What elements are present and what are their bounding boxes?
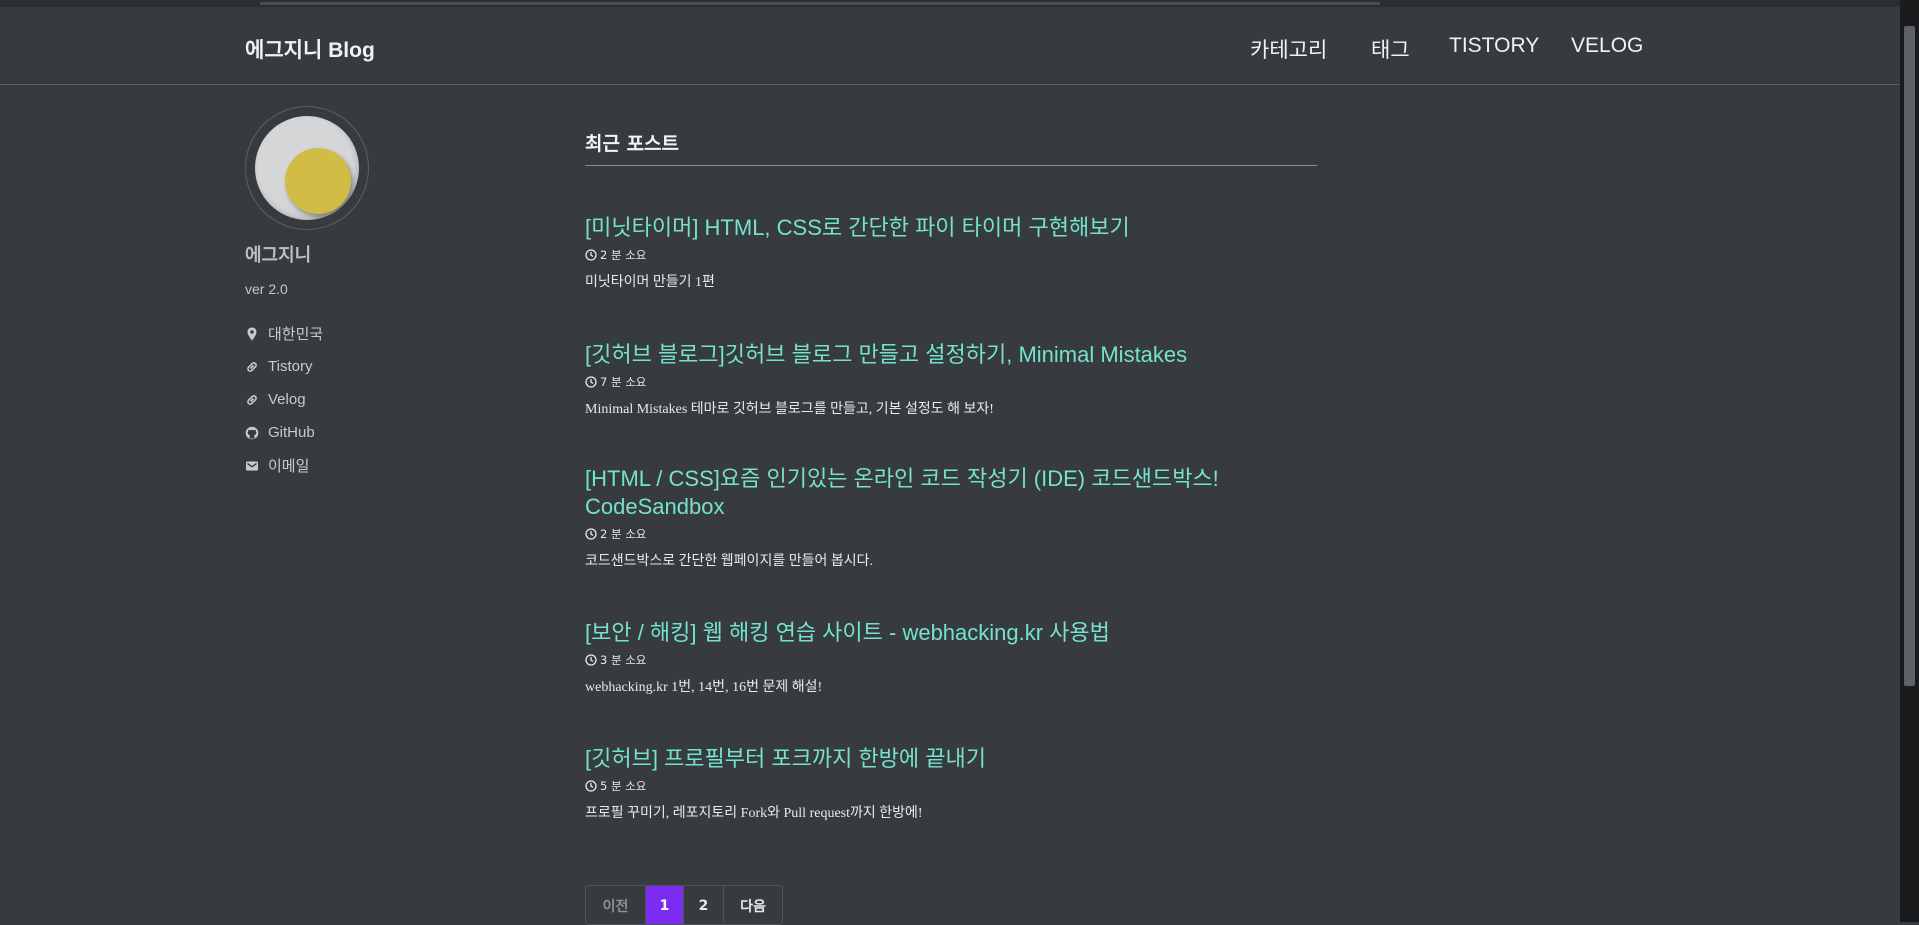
post-read-time: 5 분 소요 — [585, 778, 1305, 794]
post-read-time: 7 분 소요 — [585, 374, 1305, 390]
author-bio: ver 2.0 — [245, 281, 288, 297]
author-links: 대한민국 Tistory Velog GitHub 이메일 — [245, 317, 545, 482]
post-title-link[interactable]: [깃허브] 프로필부터 포크까지 한방에 끝내기 — [585, 745, 1305, 773]
read-time-text: 7 분 소요 — [600, 375, 647, 389]
avatar-moon-shape — [285, 148, 351, 214]
nav-item-tag[interactable]: 태그 — [1371, 34, 1410, 64]
pagination-prev[interactable]: 이전 — [586, 886, 646, 924]
pagination-page-1[interactable]: 1 — [646, 886, 684, 924]
post-title-link[interactable]: [미닛타이머] HTML, CSS로 간단한 파이 타이머 구현해보기 — [585, 214, 1305, 242]
read-time-text: 2 분 소요 — [600, 248, 647, 262]
post-excerpt: 프로필 꾸미기, 레포지토리 Fork와 Pull request까지 한방에! — [585, 806, 923, 821]
post-excerpt: Minimal Mistakes 테마로 깃허브 블로그를 만들고, 기본 설정… — [585, 402, 994, 417]
post-read-time: 2 분 소요 — [585, 526, 1305, 542]
author-sidebar: 에그지니 ver 2.0 대한민국 Tistory Velog GitHub 이… — [245, 106, 545, 482]
post-item: [HTML / CSS]요즘 인기있는 온라인 코드 작성기 (IDE) 코드샌… — [585, 465, 1305, 570]
clock-icon — [585, 376, 597, 388]
pagination-next[interactable]: 다음 — [724, 886, 782, 924]
map-marker-icon — [247, 327, 257, 340]
page-title: 최근 포스트 — [585, 129, 1317, 166]
masthead: 에그지니 Blog 카테고리 태그 TISTORY VELOG — [0, 7, 1900, 85]
post-title-link[interactable]: [보안 / 해킹] 웹 해킹 연습 사이트 - webhacking.kr 사용… — [585, 619, 1305, 647]
author-link-velog[interactable]: Velog — [245, 383, 545, 416]
post-excerpt: webhacking.kr 1번, 14번, 16번 문제 해설! — [585, 680, 823, 695]
post-item: [깃허브 블로그]깃허브 블로그 만들고 설정하기, Minimal Mista… — [585, 341, 1305, 418]
read-time-text: 2 분 소요 — [600, 527, 647, 541]
author-link-label: 대한민국 — [268, 326, 324, 343]
post-read-time: 2 분 소요 — [585, 247, 1305, 263]
nav-item-velog[interactable]: VELOG — [1571, 34, 1643, 58]
pagination: 이전 1 2 다음 — [585, 885, 783, 925]
github-icon — [245, 426, 259, 439]
envelope-icon — [246, 461, 258, 470]
clock-icon — [585, 654, 597, 666]
post-excerpt: 코드샌드박스로 간단한 웹페이지를 만들어 봅시다. — [585, 554, 873, 569]
author-name: 에그지니 — [245, 245, 312, 266]
main-nav: 카테고리 태그 TISTORY VELOG — [1240, 34, 1643, 64]
top-strip-bar — [260, 2, 1380, 5]
post-item: [보안 / 해킹] 웹 해킹 연습 사이트 - webhacking.kr 사용… — [585, 619, 1305, 696]
nav-item-category[interactable]: 카테고리 — [1250, 34, 1327, 64]
pagination-page-2[interactable]: 2 — [684, 886, 724, 924]
clock-icon — [585, 249, 597, 261]
author-link-tistory[interactable]: Tistory — [245, 350, 545, 383]
avatar-image — [255, 116, 359, 220]
nav-item-tistory[interactable]: TISTORY — [1449, 34, 1539, 58]
scrollbar[interactable] — [1900, 0, 1919, 922]
author-link-github[interactable]: GitHub — [245, 416, 545, 449]
author-link-label: Velog — [268, 391, 306, 408]
author-link-label: 이메일 — [268, 458, 310, 475]
post-title-link[interactable]: [깃허브 블로그]깃허브 블로그 만들고 설정하기, Minimal Mista… — [585, 341, 1305, 369]
author-link-email[interactable]: 이메일 — [245, 449, 545, 482]
link-icon — [247, 394, 257, 405]
read-time-text: 5 분 소요 — [600, 779, 647, 793]
author-avatar — [245, 106, 369, 230]
post-title-link[interactable]: [HTML / CSS]요즘 인기있는 온라인 코드 작성기 (IDE) 코드샌… — [585, 465, 1305, 521]
scrollbar-thumb[interactable] — [1904, 26, 1915, 686]
main-content: 최근 포스트 [미닛타이머] HTML, CSS로 간단한 파이 타이머 구현해… — [585, 129, 1317, 821]
post-read-time: 3 분 소요 — [585, 652, 1305, 668]
clock-icon — [585, 780, 597, 792]
author-link-location: 대한민국 — [245, 317, 545, 350]
author-link-label: GitHub — [268, 424, 315, 441]
post-item: [깃허브] 프로필부터 포크까지 한방에 끝내기 5 분 소요 프로필 꾸미기,… — [585, 745, 1305, 822]
read-time-text: 3 분 소요 — [600, 653, 647, 667]
site-title-link[interactable]: 에그지니 Blog — [245, 34, 375, 64]
post-excerpt: 미닛타이머 만들기 1편 — [585, 275, 715, 290]
clock-icon — [585, 528, 597, 540]
browser-top-strip — [0, 0, 1900, 7]
link-icon — [247, 361, 257, 372]
post-item: [미닛타이머] HTML, CSS로 간단한 파이 타이머 구현해보기 2 분 … — [585, 214, 1305, 291]
author-link-label: Tistory — [268, 358, 313, 375]
